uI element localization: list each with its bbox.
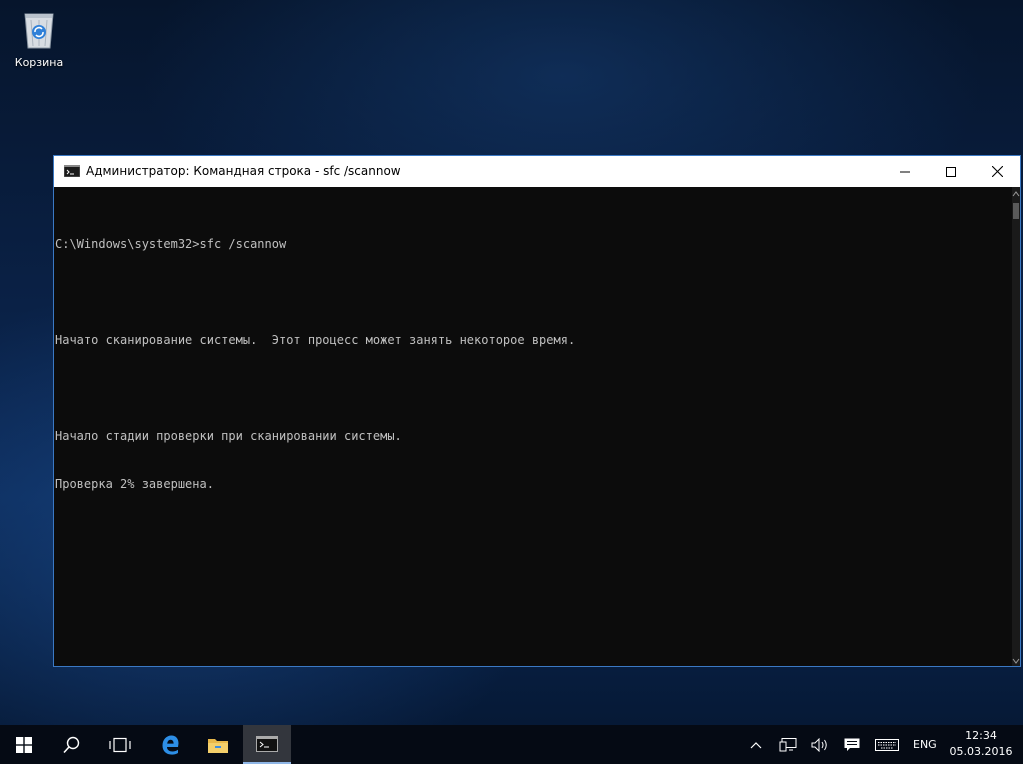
scrollbar-thumb[interactable] [1013,203,1019,219]
minimize-button[interactable] [882,156,928,187]
clock-date: 05.03.2016 [949,745,1013,758]
edge-browser-icon [162,735,179,755]
task-view-button[interactable] [96,725,144,764]
console-line: Проверка 2% завершена. [55,477,214,491]
vertical-scrollbar[interactable] [1012,187,1020,666]
action-center-button[interactable] [840,725,864,764]
cmd-window[interactable]: Администратор: Командная строка - sfc /s… [53,155,1021,667]
network-icon [779,737,797,751]
console-line: Начато сканирование системы. Этот процес… [55,333,576,347]
search-button[interactable] [48,725,96,764]
console-output: C:\Windows\system32>sfc /scannow Начато … [55,204,575,524]
console-line: Начало стадии проверки при сканировании … [55,429,402,443]
desktop-icon-label: Корзина [14,56,64,69]
network-tray-button[interactable] [776,725,800,764]
taskbar-clock[interactable]: 12:34 05.03.2016 [948,729,1014,758]
keyboard-icon [875,738,899,751]
taskbar-cmd-button[interactable] [243,725,291,764]
maximize-icon [946,166,956,177]
minimize-icon [900,171,910,172]
maximize-button[interactable] [928,156,974,187]
cmd-app-icon [64,165,80,177]
scroll-down-icon[interactable] [1012,658,1020,664]
touch-keyboard-button[interactable] [873,725,901,764]
window-title: Администратор: Командная строка - sfc /s… [86,164,401,178]
task-view-icon [109,737,131,752]
scroll-up-icon[interactable] [1012,191,1020,197]
console-line: C:\Windows\system32>sfc /scannow [55,237,287,251]
notification-icon [844,738,860,751]
console-area[interactable]: C:\Windows\system32>sfc /scannow Начато … [54,187,1020,666]
taskbar: ENG 12:34 05.03.2016 [0,725,1023,764]
input-language-indicator[interactable]: ENG [913,738,937,751]
taskbar-edge-button[interactable] [146,725,194,764]
recycle-bin-icon [24,13,54,49]
clock-time: 12:34 [965,729,997,742]
windows-logo-icon [16,736,32,753]
search-icon [63,736,80,753]
taskbar-explorer-button[interactable] [194,725,242,764]
chevron-up-icon [750,741,762,748]
close-icon [991,166,1003,177]
cmd-app-icon [256,735,278,752]
close-button[interactable] [974,156,1020,187]
desktop-icon-recycle-bin[interactable]: Корзина [8,4,70,69]
volume-icon [811,737,827,752]
show-hidden-icons-button[interactable] [746,725,766,764]
volume-tray-button[interactable] [808,725,832,764]
file-explorer-icon [208,738,228,753]
start-button[interactable] [0,725,48,764]
title-bar[interactable]: Администратор: Командная строка - sfc /s… [54,156,1020,187]
